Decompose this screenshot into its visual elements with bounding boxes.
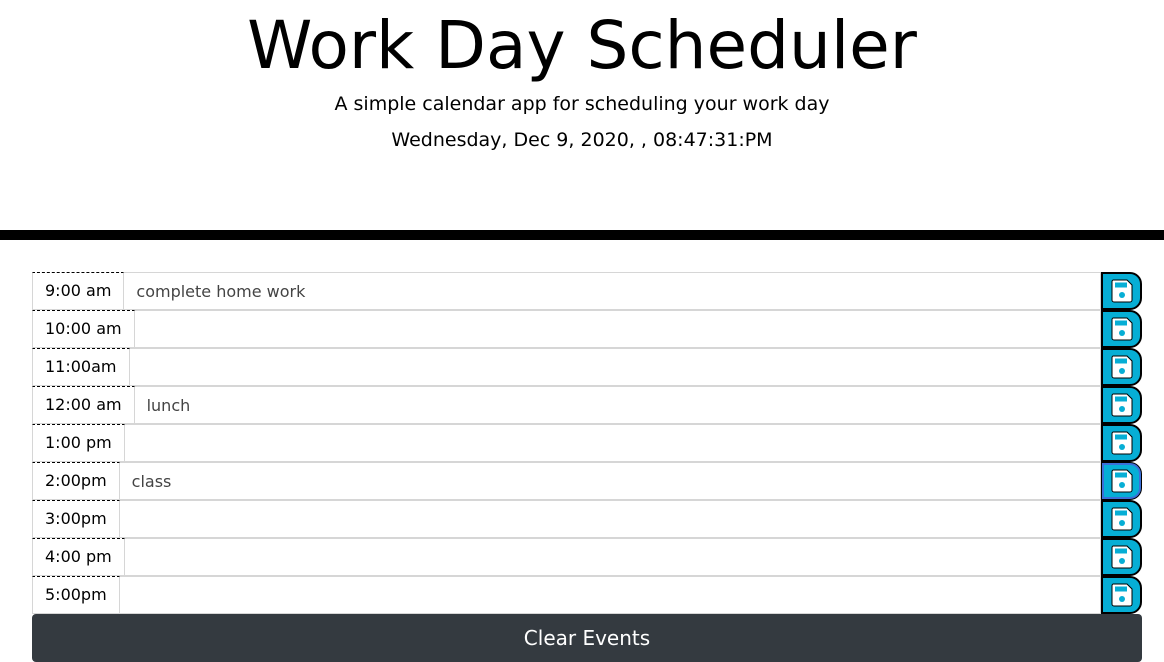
save-button[interactable] (1101, 462, 1142, 500)
hour-label: 5:00pm (32, 576, 120, 614)
hour-label: 1:00 pm (32, 424, 125, 462)
hour-label: 3:00pm (32, 500, 120, 538)
floppy-disk-icon (1110, 316, 1134, 342)
page-subtitle: A simple calendar app for scheduling you… (334, 93, 830, 115)
save-button[interactable] (1101, 386, 1142, 424)
event-input[interactable] (124, 424, 1101, 462)
event-input[interactable] (134, 386, 1101, 424)
hour-label: 11:00am (32, 348, 130, 386)
save-button[interactable] (1101, 424, 1142, 462)
event-input[interactable] (124, 538, 1101, 576)
floppy-disk-icon (1110, 278, 1134, 304)
save-button[interactable] (1101, 348, 1142, 386)
event-input[interactable] (129, 348, 1101, 386)
floppy-disk-icon (1110, 582, 1134, 608)
save-button[interactable] (1101, 272, 1142, 310)
header-divider (0, 230, 1164, 240)
hour-label: 4:00 pm (32, 538, 125, 576)
save-button[interactable] (1101, 500, 1142, 538)
floppy-disk-icon (1110, 392, 1134, 418)
hour-label: 12:00 am (32, 386, 135, 424)
floppy-disk-icon (1110, 430, 1134, 456)
event-input[interactable] (119, 500, 1101, 538)
time-block-row: 4:00 pm (32, 538, 1142, 576)
hour-label: 10:00 am (32, 310, 135, 348)
floppy-disk-icon (1110, 468, 1134, 494)
event-input[interactable] (119, 576, 1101, 614)
event-input[interactable] (134, 310, 1101, 348)
save-button[interactable] (1101, 310, 1142, 348)
hour-label: 9:00 am (32, 272, 125, 310)
page-title: Work Day Scheduler (247, 7, 917, 84)
floppy-disk-icon (1110, 506, 1134, 532)
clear-events-button[interactable]: Clear Events (32, 614, 1142, 662)
save-button[interactable] (1101, 576, 1142, 614)
schedule-container: 9:00 am 10:00 am 11:00am 12:00 am 1:00 p… (32, 272, 1142, 614)
time-block-row: 3:00pm (32, 500, 1142, 538)
event-input[interactable] (124, 272, 1101, 310)
floppy-disk-icon (1110, 544, 1134, 570)
time-block-row: 11:00am (32, 348, 1142, 386)
hour-label: 2:00pm (32, 462, 120, 500)
current-datetime: Wednesday, Dec 9, 2020, , 08:47:31:PM (391, 129, 773, 151)
page-header: Work Day Scheduler A simple calendar app… (0, 0, 1164, 230)
time-block-row: 1:00 pm (32, 424, 1142, 462)
time-block-row: 10:00 am (32, 310, 1142, 348)
time-block-row: 5:00pm (32, 576, 1142, 614)
save-button[interactable] (1101, 538, 1142, 576)
floppy-disk-icon (1110, 354, 1134, 380)
time-block-row: 12:00 am (32, 386, 1142, 424)
time-block-row: 9:00 am (32, 272, 1142, 310)
time-block-row: 2:00pm (32, 462, 1142, 500)
event-input[interactable] (119, 462, 1101, 500)
